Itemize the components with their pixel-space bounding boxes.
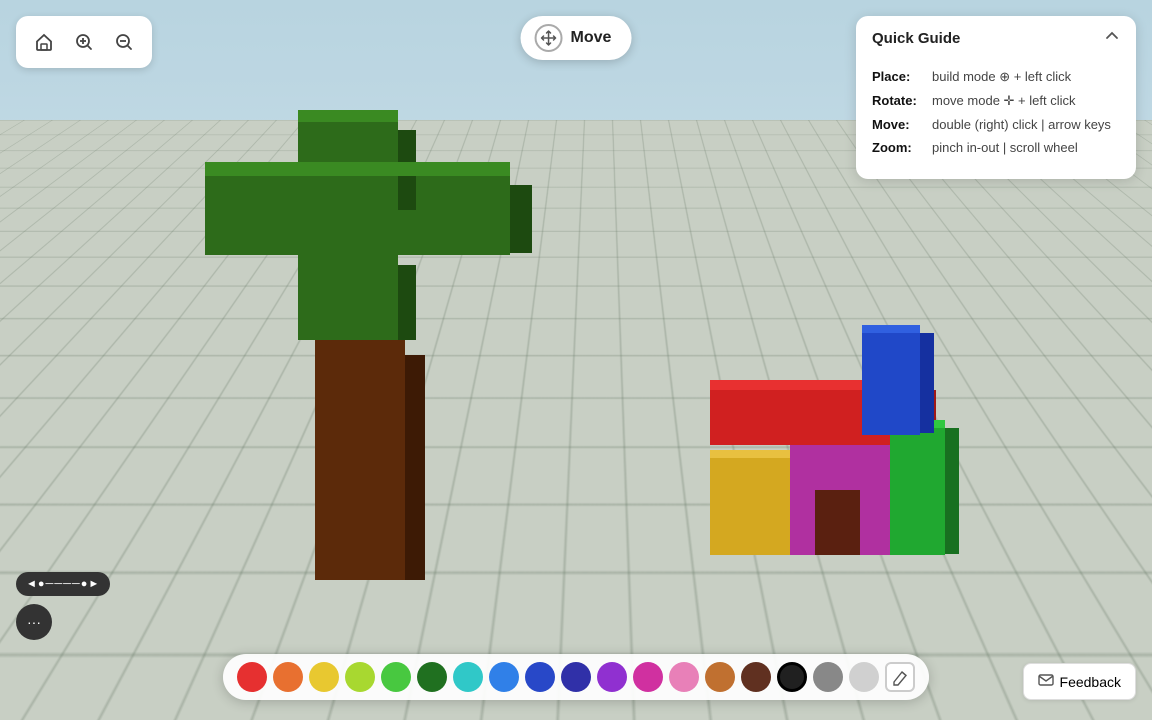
guide-place-value: build mode ⊕ + left click	[932, 69, 1071, 85]
color-swatch-dark-brown[interactable]	[741, 662, 771, 692]
color-swatch-blue[interactable]	[489, 662, 519, 692]
color-swatch-dark-blue[interactable]	[525, 662, 555, 692]
guide-rotate-label: Rotate:	[872, 93, 924, 109]
guide-move-value: double (right) click | arrow keys	[932, 117, 1111, 132]
guide-row-move: Move: double (right) click | arrow keys	[872, 117, 1120, 132]
quick-guide-header: Quick Guide	[856, 16, 1136, 61]
feedback-button[interactable]: Feedback	[1023, 663, 1136, 700]
color-swatch-dark-green[interactable]	[417, 662, 447, 692]
color-swatch-cyan[interactable]	[453, 662, 483, 692]
move-mode-icon	[535, 24, 563, 52]
color-swatch-yellow-green[interactable]	[345, 662, 375, 692]
color-swatch-red[interactable]	[237, 662, 267, 692]
quick-guide-content: Place: build mode ⊕ + left click Rotate:…	[856, 61, 1136, 179]
home-button[interactable]	[26, 24, 62, 60]
scroll-slider[interactable]: ◄●────●►	[16, 572, 110, 596]
color-swatch-light-gray[interactable]	[849, 662, 879, 692]
guide-place-label: Place:	[872, 69, 924, 85]
guide-row-rotate: Rotate: move mode ✛ + left click	[872, 93, 1120, 109]
eraser-button[interactable]	[885, 662, 915, 692]
color-swatch-magenta[interactable]	[633, 662, 663, 692]
scroll-slider-text: ◄●────●►	[26, 578, 100, 590]
move-label: Move	[571, 29, 612, 47]
feedback-label: Feedback	[1060, 674, 1121, 690]
guide-row-zoom: Zoom: pinch in-out | scroll wheel	[872, 140, 1120, 155]
zoom-in-button[interactable]	[66, 24, 102, 60]
guide-move-label: Move:	[872, 117, 924, 132]
zoom-out-button[interactable]	[106, 24, 142, 60]
dots-menu-button[interactable]: ···	[16, 604, 52, 640]
mail-icon	[1038, 672, 1054, 691]
dots-icon: ···	[27, 614, 41, 630]
toolbar	[16, 16, 152, 68]
guide-zoom-value: pinch in-out | scroll wheel	[932, 140, 1078, 155]
color-swatch-pink[interactable]	[669, 662, 699, 692]
move-mode-button[interactable]: Move	[521, 16, 632, 60]
color-swatch-navy[interactable]	[561, 662, 591, 692]
guide-rotate-value: move mode ✛ + left click	[932, 93, 1075, 109]
color-swatch-black[interactable]	[777, 662, 807, 692]
color-swatch-orange[interactable]	[273, 662, 303, 692]
color-palette	[223, 654, 929, 700]
color-swatch-yellow[interactable]	[309, 662, 339, 692]
grid-floor	[0, 120, 1152, 720]
quick-guide-title: Quick Guide	[872, 30, 960, 47]
color-swatch-brown[interactable]	[705, 662, 735, 692]
quick-guide-collapse-button[interactable]	[1104, 28, 1120, 49]
left-controls: ◄●────●► ···	[16, 572, 110, 640]
color-swatch-purple[interactable]	[597, 662, 627, 692]
color-swatch-gray[interactable]	[813, 662, 843, 692]
color-swatch-green[interactable]	[381, 662, 411, 692]
quick-guide-panel: Quick Guide Place: build mode ⊕ + left c…	[856, 16, 1136, 179]
guide-zoom-label: Zoom:	[872, 140, 924, 155]
guide-row-place: Place: build mode ⊕ + left click	[872, 69, 1120, 85]
